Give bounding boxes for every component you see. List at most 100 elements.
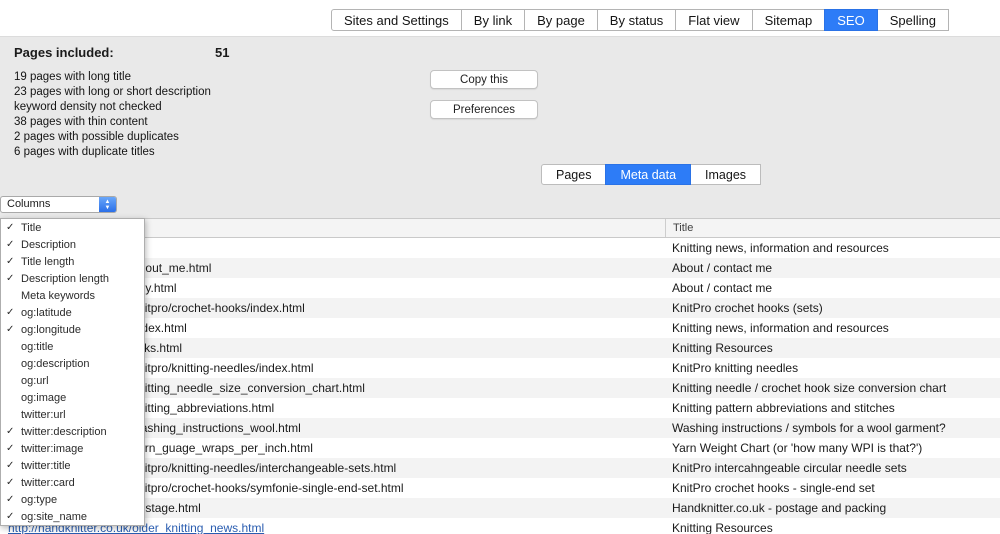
columns-menu-item-label: og:site_name [21,511,87,523]
table-row[interactable]: http://handknitter.co.uk/buy.html About … [0,278,1000,298]
table-row[interactable]: http://handknitter.co.uk/links.html Knit… [0,338,1000,358]
table-row[interactable]: http://handknitter.co.uk/knitpro/knittin… [0,458,1000,478]
preferences-button[interactable]: Preferences [430,100,538,119]
result-view-segment[interactable]: Meta data [605,164,691,185]
columns-menu-item[interactable]: ✓ og:site_name [1,508,144,525]
columns-menu-item[interactable]: ✓ twitter:image [1,440,144,457]
columns-menu-item-label: og:image [21,392,66,404]
summary-stat-line: 6 pages with duplicate titles [14,145,211,160]
table-row[interactable]: http://handknitter.co.uk/knitpro/crochet… [0,298,1000,318]
summary-stat-line: 2 pages with possible duplicates [14,130,211,145]
table-row[interactable]: http://handknitter.co.uk/knitpro/knittin… [0,358,1000,378]
table-row[interactable]: http://handknitter.co.uk/older_knitting_… [0,518,1000,534]
columns-menu-item[interactable]: ✓ twitter:card [1,474,144,491]
summary-stat-line: 38 pages with thin content [14,115,211,130]
columns-menu-item-label: Title [21,222,41,234]
checkmark-icon: ✓ [1,477,21,488]
columns-menu-item[interactable]: Meta keywords [1,287,144,304]
columns-menu-item[interactable]: ✓ og:latitude [1,304,144,321]
top-tab[interactable]: SEO [824,9,877,31]
table-header: Title [0,218,1000,238]
title-cell: Knitting Resources [665,518,1000,534]
title-cell: Knitting Resources [665,338,1000,358]
top-tab[interactable]: By page [524,9,598,31]
title-cell: About / contact me [665,258,1000,278]
checkmark-icon: ✓ [1,256,21,267]
title-cell: Knitting news, information and resources [665,318,1000,338]
columns-menu-item-label: Description length [21,273,109,285]
columns-popup-label: Columns [1,197,99,212]
columns-menu-item-label: og:longitude [21,324,81,336]
title-cell: Knitting needle / crochet hook size conv… [665,378,1000,398]
columns-menu-item-label: og:url [21,375,49,387]
columns-menu-item-label: og:title [21,341,53,353]
top-tab[interactable]: Sitemap [752,9,826,31]
checkmark-icon: ✓ [1,273,21,284]
columns-menu-item-label: og:type [21,494,57,506]
columns-menu-item-label: twitter:description [21,426,107,438]
table-row[interactable]: http://handknitter.co.uk/postage.html Ha… [0,498,1000,518]
columns-menu-item[interactable]: ✓ og:type [1,491,144,508]
columns-menu-item-label: Description [21,239,76,251]
columns-menu-item[interactable]: twitter:url [1,406,144,423]
summary-stat-line: 23 pages with long or short description [14,85,211,100]
copy-this-button[interactable]: Copy this [430,70,538,89]
table-row[interactable]: http://handknitter.co.uk/knitpro/crochet… [0,478,1000,498]
title-cell: KnitPro crochet hooks (sets) [665,298,1000,318]
top-tab[interactable]: By status [597,9,676,31]
result-view-segment[interactable]: Images [690,164,761,185]
table-row[interactable]: http://handknitter.co.uk/yarn_guage_wrap… [0,438,1000,458]
columns-menu-item-label: Meta keywords [21,290,95,302]
table-row[interactable]: http://handknitter.co.uk/knitting_needle… [0,378,1000,398]
columns-menu-item[interactable]: og:description [1,355,144,372]
checkmark-icon: ✓ [1,494,21,505]
title-column-header[interactable]: Title [665,219,693,237]
table-row[interactable]: http://handknitter.co.uk/about_me.html A… [0,258,1000,278]
checkmark-icon: ✓ [1,222,21,233]
seo-audit-window: Sites and SettingsBy linkBy pageBy statu… [0,0,1000,534]
columns-menu-item-label: twitter:image [21,443,83,455]
title-cell: Yarn Weight Chart (or 'how many WPI is t… [665,438,1000,458]
columns-menu-item[interactable]: ✓ Title [1,219,144,236]
table-row[interactable]: http://handknitter.co.uk/index.html Knit… [0,318,1000,338]
summary-stat-line: keyword density not checked [14,100,211,115]
columns-menu-item[interactable]: ✓ twitter:description [1,423,144,440]
columns-dropdown-menu: ✓ Title ✓ Description ✓ Title length ✓ D… [0,218,145,526]
table-row[interactable]: http://handknitter.co.uk/knitting_abbrev… [0,398,1000,418]
result-view-segment[interactable]: Pages [541,164,606,185]
columns-menu-item[interactable]: ✓ twitter:title [1,457,144,474]
columns-menu-item[interactable]: ✓ Title length [1,253,144,270]
columns-menu-item[interactable]: ✓ Description [1,236,144,253]
pages-included-value: 51 [215,45,229,60]
columns-popup-button[interactable]: Columns ▲ ▼ [0,196,117,213]
table-row[interactable]: http://handknitter.co.uk/washing_instruc… [0,418,1000,438]
chevron-down-icon: ▼ [105,205,111,211]
columns-menu-item[interactable]: og:url [1,372,144,389]
columns-menu-item-label: og:latitude [21,307,72,319]
title-cell: KnitPro crochet hooks - single-end set [665,478,1000,498]
columns-menu-item-label: og:description [21,358,90,370]
top-tab[interactable]: By link [461,9,525,31]
top-tab[interactable]: Spelling [877,9,949,31]
table-row[interactable]: http://handknitter.co.uk Knitting news, … [0,238,1000,258]
columns-menu-item[interactable]: ✓ og:longitude [1,321,144,338]
title-cell: Handknitter.co.uk - postage and packing [665,498,1000,518]
title-cell: Knitting pattern abbreviations and stitc… [665,398,1000,418]
top-tab-bar: Sites and SettingsBy linkBy pageBy statu… [331,9,949,31]
checkmark-icon: ✓ [1,307,21,318]
checkmark-icon: ✓ [1,426,21,437]
columns-menu-item[interactable]: ✓ Description length [1,270,144,287]
seo-summary-panel: Pages included: 51 19 pages with long ti… [0,36,1000,218]
columns-menu-item-label: Title length [21,256,74,268]
columns-menu-item[interactable]: og:image [1,389,144,406]
title-cell: About / contact me [665,278,1000,298]
checkmark-icon: ✓ [1,443,21,454]
columns-menu-item-label: twitter:card [21,477,75,489]
meta-data-table: http://handknitter.co.uk Knitting news, … [0,238,1000,534]
top-tab[interactable]: Flat view [675,9,752,31]
checkmark-icon: ✓ [1,460,21,471]
top-tab[interactable]: Sites and Settings [331,9,462,31]
popup-arrows-icon: ▲ ▼ [99,197,116,212]
columns-menu-item[interactable]: og:title [1,338,144,355]
checkmark-icon: ✓ [1,324,21,335]
